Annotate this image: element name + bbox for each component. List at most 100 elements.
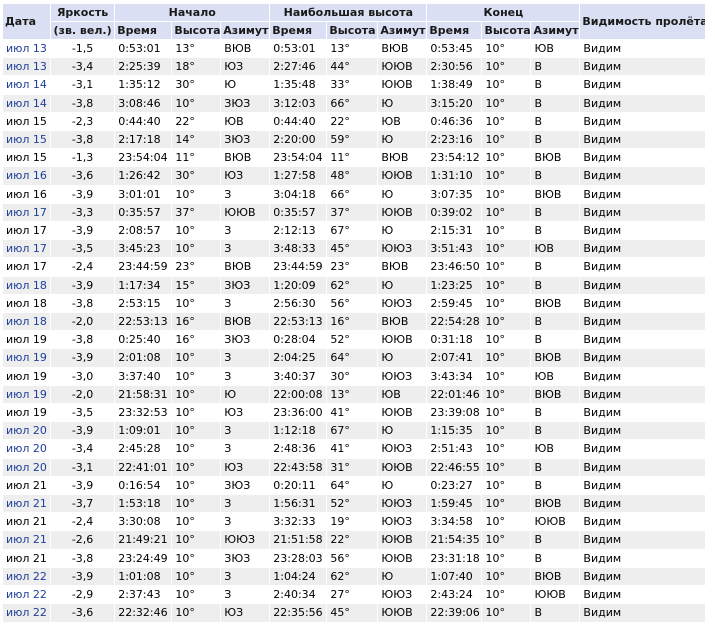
start-altitude-cell: 10° (172, 495, 221, 513)
end-altitude-cell: 10° (482, 58, 531, 76)
date-cell: июл 14 (3, 94, 50, 112)
start-azimuth-cell: ЮЗ (221, 58, 270, 76)
start-altitude-cell: 18° (172, 58, 221, 76)
magnitude-cell: -3,8 (50, 294, 115, 313)
highest-time-cell: 0:20:11 (270, 476, 327, 495)
highest-time-cell: 0:28:04 (270, 331, 327, 349)
table-row: июл 21 -2,6 21:49:21 10° ЮЮЗ 21:51:58 22° ЮЮВ 21… (3, 531, 705, 549)
highest-azimuth-cell: Ю (378, 94, 427, 112)
start-time-cell: 0:44:40 (115, 112, 172, 131)
highest-altitude-cell: 41° (327, 440, 378, 458)
end-time-cell: 23:46:50 (427, 258, 482, 276)
pass-details-link[interactable]: июл 21 (6, 533, 47, 546)
highest-time-cell: 2:56:30 (270, 294, 327, 313)
magnitude-cell: -3,7 (50, 495, 115, 513)
magnitude-cell: -2,6 (50, 531, 115, 549)
date-cell: июл 17 (3, 240, 50, 258)
pass-details-link[interactable]: июл 14 (6, 78, 47, 91)
pass-details-link[interactable]: июл 13 (6, 42, 47, 55)
end-altitude-cell: 10° (482, 331, 531, 349)
end-altitude-cell: 10° (482, 294, 531, 313)
highest-altitude-cell: 16° (327, 313, 378, 331)
date-cell: июл 15 (3, 131, 50, 149)
highest-altitude-cell: 22° (327, 112, 378, 131)
highest-time-cell: 23:36:00 (270, 404, 327, 422)
pass-details-link[interactable]: июл 22 (6, 570, 47, 583)
start-time-cell: 2:37:43 (115, 586, 172, 604)
magnitude-cell: -3,5 (50, 404, 115, 422)
highest-azimuth-cell: ЮВ (378, 112, 427, 131)
start-altitude-header: Высота (172, 22, 221, 39)
visibility-cell: Видим (580, 549, 705, 567)
start-altitude-cell: 30° (172, 76, 221, 94)
passes-table-container: Дата Яркость Начало Наибольшая высота Ко… (2, 3, 706, 623)
pass-details-link[interactable]: июл 13 (6, 60, 47, 73)
start-time-cell: 0:35:57 (115, 203, 172, 222)
highest-altitude-cell: 52° (327, 331, 378, 349)
date-cell: июл 22 (3, 567, 50, 586)
start-time-cell: 3:30:08 (115, 513, 172, 531)
highest-time-cell: 23:54:04 (270, 149, 327, 167)
pass-details-link[interactable]: июл 19 (6, 388, 47, 401)
highest-altitude-cell: 31° (327, 458, 378, 476)
start-time-cell: 1:53:18 (115, 495, 172, 513)
date-cell: июл 13 (3, 58, 50, 76)
start-azimuth-cell: ЗЮЗ (221, 94, 270, 112)
start-azimuth-cell: З (221, 240, 270, 258)
visibility-cell: Видим (580, 149, 705, 167)
end-azimuth-cell: В (531, 222, 580, 240)
start-azimuth-cell: ВЮВ (221, 149, 270, 167)
table-row: июл 21 -2,4 3:30:08 10° З 3:32:33 19° ЮЮЗ 3:34:5… (3, 513, 705, 531)
highest-altitude-cell: 64° (327, 476, 378, 495)
end-time-cell: 22:46:55 (427, 458, 482, 476)
date-cell: июл 19 (3, 349, 50, 367)
pass-details-link[interactable]: июл 17 (6, 206, 47, 219)
end-group-header: Конец (427, 4, 580, 21)
table-row: июл 17 -2,4 23:44:59 23° ВЮВ 23:44:59 23° ВЮВ 23… (3, 258, 705, 276)
start-time-cell: 21:58:31 (115, 385, 172, 404)
end-azimuth-cell: ВЮВ (531, 149, 580, 167)
pass-details-link[interactable]: июл 14 (6, 97, 47, 110)
start-time-cell: 2:53:15 (115, 294, 172, 313)
visibility-cell: Видим (580, 294, 705, 313)
table-row: июл 19 -3,9 2:01:08 10° З 2:04:25 64° Ю 2:07:41 1… (3, 349, 705, 367)
visibility-cell: Видим (580, 167, 705, 185)
pass-details-link[interactable]: июл 18 (6, 315, 47, 328)
highest-altitude-cell: 56° (327, 294, 378, 313)
pass-details-link[interactable]: июл 20 (6, 461, 47, 474)
pass-details-link[interactable]: июл 19 (6, 351, 47, 364)
end-azimuth-cell: В (531, 276, 580, 294)
pass-details-link[interactable]: июл 17 (6, 242, 47, 255)
start-altitude-cell: 10° (172, 513, 221, 531)
pass-details-link[interactable]: июл 20 (6, 424, 47, 437)
pass-details-link[interactable]: июл 18 (6, 279, 47, 292)
date-cell: июл 13 (3, 40, 50, 58)
start-altitude-cell: 37° (172, 203, 221, 222)
pass-details-link[interactable]: июл 16 (6, 169, 47, 182)
end-altitude-cell: 10° (482, 476, 531, 495)
pass-details-link[interactable]: июл 22 (6, 588, 47, 601)
end-time-cell: 23:54:12 (427, 149, 482, 167)
start-azimuth-cell: ЗЮЗ (221, 549, 270, 567)
pass-details-link[interactable]: июл 21 (6, 497, 47, 510)
table-row: июл 20 -3,4 2:45:28 10° З 2:48:36 41° ЮЮЗ 2:51:4… (3, 440, 705, 458)
magnitude-cell: -3,9 (50, 276, 115, 294)
magnitude-cell: -2,3 (50, 112, 115, 131)
table-header: Дата Яркость Начало Наибольшая высота Ко… (3, 4, 705, 39)
table-row: июл 13 -3,4 2:25:39 18° ЮЗ 2:27:46 44° ЮЮВ 2:30:… (3, 58, 705, 76)
highest-time-cell: 23:44:59 (270, 258, 327, 276)
start-azimuth-cell: Ю (221, 76, 270, 94)
start-azimuth-cell: З (221, 349, 270, 367)
highest-azimuth-cell: Ю (378, 422, 427, 440)
pass-details-link[interactable]: июл 15 (6, 133, 47, 146)
pass-details-link[interactable]: июл 22 (6, 606, 47, 619)
start-time-cell: 1:35:12 (115, 76, 172, 94)
pass-details-link[interactable]: июл 20 (6, 442, 47, 455)
visibility-cell: Видим (580, 94, 705, 112)
end-azimuth-cell: ВЮВ (531, 385, 580, 404)
end-time-cell: 22:39:06 (427, 604, 482, 622)
highest-azimuth-cell: ЮЮЗ (378, 513, 427, 531)
start-azimuth-cell: ЮЮЗ (221, 531, 270, 549)
start-altitude-cell: 16° (172, 331, 221, 349)
highest-altitude-cell: 56° (327, 549, 378, 567)
